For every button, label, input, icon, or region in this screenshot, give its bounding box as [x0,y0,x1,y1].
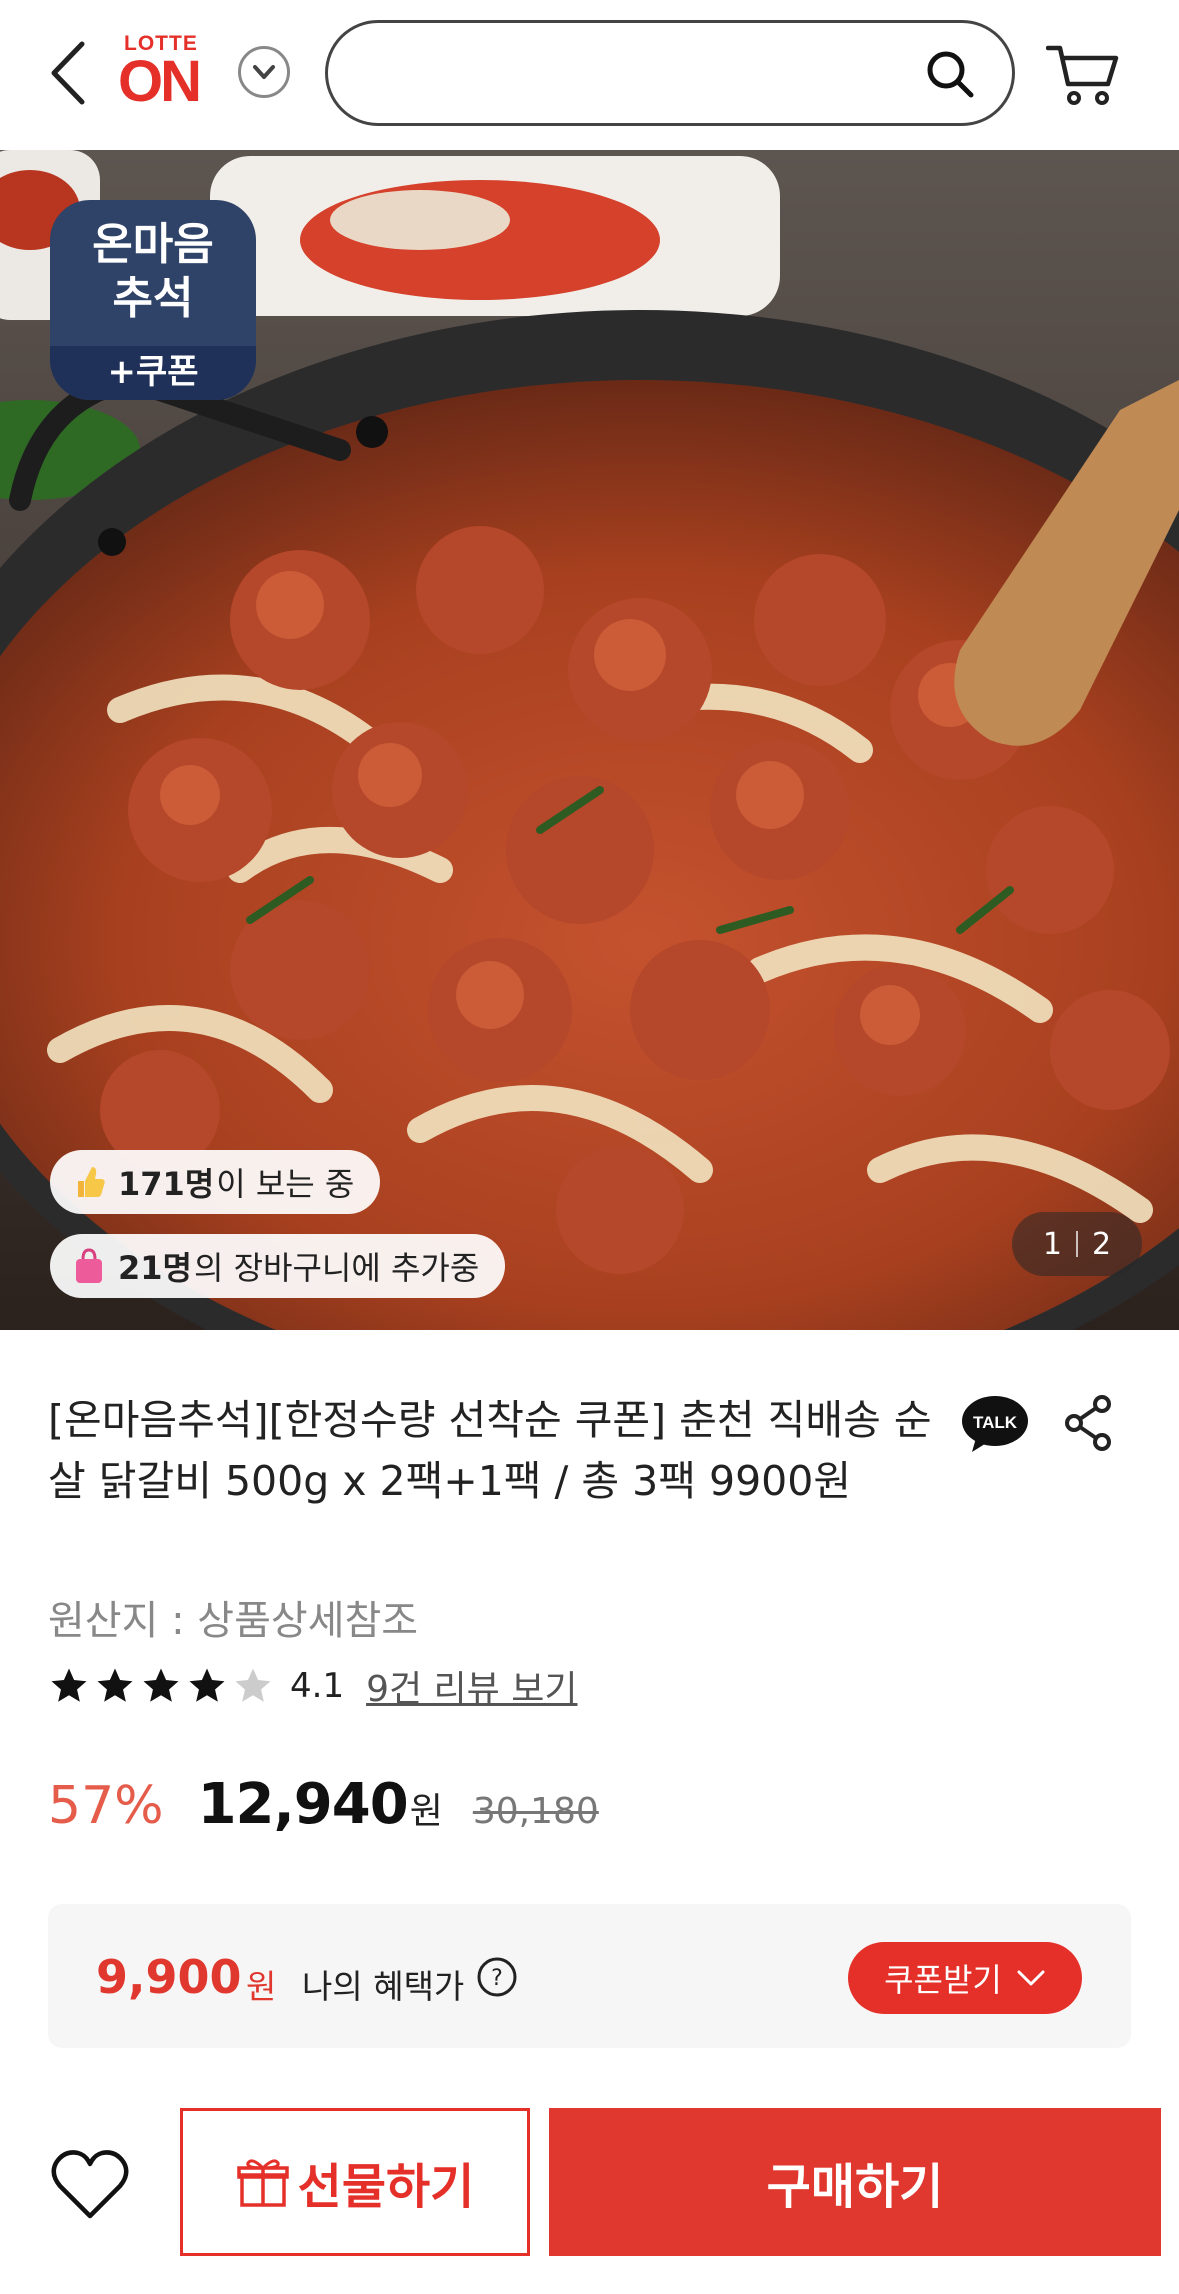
back-chevron-icon[interactable] [44,38,92,108]
coupon-button-label: 쿠폰받기 [884,1961,1002,1999]
original-price: 30,180 [472,1791,599,1832]
live-viewers-pill: 171명 이 보는 중 [50,1150,381,1214]
gift-button[interactable]: 선물하기 [180,2108,530,2256]
gift-icon [236,2159,289,2207]
viewers-text: 이 보는 중 [216,1165,355,1203]
search-icon[interactable] [924,48,976,100]
star-rating [48,1665,278,1707]
buy-button[interactable]: 구매하기 [549,2108,1161,2256]
bottom-action-bar: 선물하기 구매하기 [0,2108,1179,2294]
rating-score: 4.1 [290,1666,345,1706]
benefit-price: 9,900 [96,1950,242,2004]
price-unit: 원 [409,1791,443,1832]
search-bar[interactable] [325,20,1015,126]
help-icon[interactable]: ? [476,1956,518,1998]
chuseok-coupon-badge[interactable]: 온마음 추석 +쿠폰 [50,200,256,400]
cart-adds-pill: 21명 의 장바구니에 추가중 [50,1234,506,1298]
benefit-price-unit: 원 [246,1967,277,2006]
cart-adds-text: 의 장바구니에 추가중 [193,1249,480,1287]
star-filled-icon [51,1668,87,1702]
star-filled-icon [97,1668,133,1702]
svg-text:?: ? [491,1966,503,1991]
chevron-down-icon [1017,1970,1045,1986]
reviews-link[interactable]: 9건 리뷰 보기 [366,1660,577,1712]
image-pager: 1 2 [1012,1212,1142,1276]
share-icon[interactable] [1064,1394,1114,1452]
cart-adds-count: 21명 [118,1249,192,1287]
origin-info: 원산지 : 상품상세참조 [48,1598,419,1644]
shopping-bag-icon [76,1248,102,1283]
product-title: [온마음추석][한정수량 선착순 쿠폰] 춘천 직배송 순살 닭갈비 500g … [48,1396,932,1505]
star-empty-icon [235,1668,271,1702]
gift-button-label: 선물하기 [297,2159,475,2215]
cart-icon[interactable] [1046,42,1120,108]
sale-price: 12,940 [197,1772,409,1837]
star-filled-icon [143,1668,179,1702]
star-filled-icon [189,1668,225,1702]
product-image-carousel[interactable]: 온마음 추석 +쿠폰 171명 이 보는 중 21명 의 장바구니에 추가중 1… [0,150,1179,1330]
rating-row: 4.1 9건 리뷰 보기 [48,1660,577,1712]
get-coupon-button[interactable]: 쿠폰받기 [848,1942,1082,2014]
discount-rate: 57% [48,1776,164,1836]
logo-menu-button[interactable] [238,46,290,98]
badge-coupon-label: +쿠폰 [50,346,256,400]
badge-line1: 온마음 [92,219,214,270]
pager-current: 1 [1042,1226,1062,1262]
chevron-down-icon [253,65,275,79]
svg-text:TALK: TALK [973,1413,1018,1432]
logo-main-text: ON [118,49,202,114]
badge-title: 온마음 추석 [50,218,256,326]
pager-separator [1076,1231,1078,1257]
benefit-price-box: 9,900 원 나의 혜택가 ? 쿠폰받기 [48,1904,1131,2048]
benefit-label: 나의 혜택가 [302,1967,465,2006]
search-input[interactable] [358,43,918,103]
viewers-count: 171명 [118,1165,215,1203]
top-header: LOTTE ON [0,0,1179,150]
thumbs-up-icon [78,1167,105,1197]
heart-icon[interactable] [50,2148,130,2222]
kakao-talk-icon[interactable]: TALK [960,1394,1030,1456]
pager-total: 2 [1092,1226,1112,1262]
badge-line2: 추석 [112,273,194,324]
lotte-on-logo[interactable]: LOTTE ON [118,30,218,120]
price-row: 57% 12,940 원 30,180 [48,1772,599,1842]
